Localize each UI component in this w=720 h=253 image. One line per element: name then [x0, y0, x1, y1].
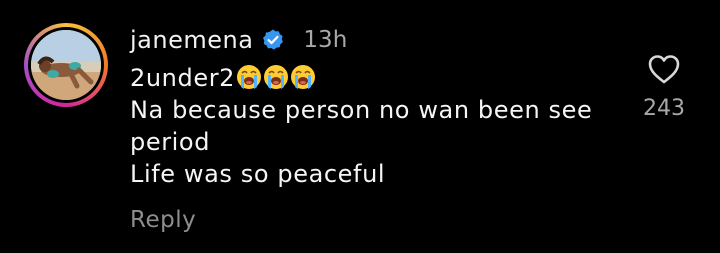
comment-text: 2under2 Na because person no wan been se…: [130, 62, 640, 190]
comment-line-3: period: [130, 128, 211, 156]
comment-line-1: 2under2: [130, 62, 640, 94]
comment-line-4: Life was so peaceful: [130, 160, 386, 188]
comment-line-2: Na because person no wan been see: [130, 96, 593, 124]
loudly-crying-face-icon: [264, 65, 289, 89]
comment-line-1-text: 2under2: [130, 64, 236, 92]
timestamp: 13h: [303, 27, 348, 53]
like-count: 243: [643, 96, 685, 121]
avatar-photo: [31, 30, 101, 100]
verified-badge-icon: [263, 29, 284, 50]
loudly-crying-face-icon: [291, 65, 316, 89]
reply-button[interactable]: Reply: [130, 207, 196, 233]
loudly-crying-face-icon: [237, 65, 262, 89]
avatar[interactable]: [24, 23, 108, 107]
heart-outline-icon[interactable]: [647, 53, 681, 85]
avatar-image: [31, 30, 101, 100]
comment-item: janemena 13h 2under2 Na because person n…: [0, 0, 720, 253]
comment-header: janemena 13h: [130, 24, 347, 56]
username[interactable]: janemena: [130, 26, 253, 54]
